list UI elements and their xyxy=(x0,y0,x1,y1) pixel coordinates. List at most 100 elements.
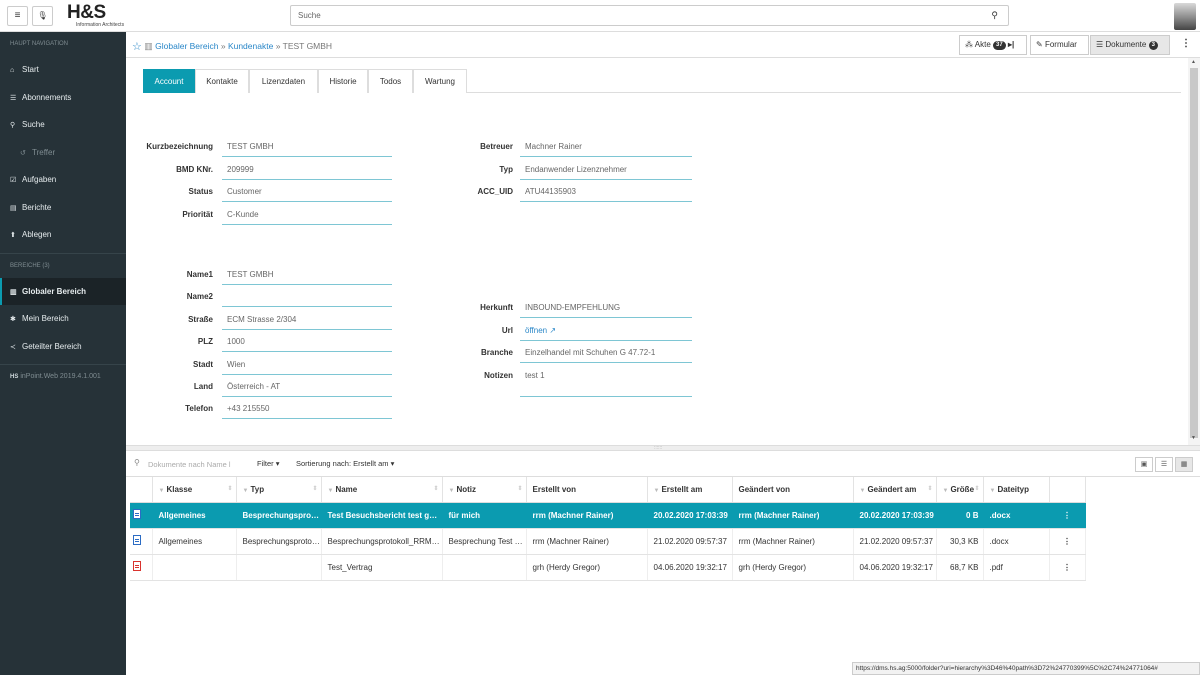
field-value[interactable]: TEST GMBH xyxy=(222,140,392,157)
filter-icon[interactable]: ▼ xyxy=(243,488,249,494)
field-value[interactable]: Endanwender Lizenznehmer xyxy=(520,163,692,180)
field-url: Url öffnen ↗ xyxy=(426,324,696,342)
list-view-button[interactable]: ☰ xyxy=(1155,457,1173,472)
sort-icon[interactable]: ⇕ xyxy=(517,485,522,492)
scrollbar-thumb[interactable] xyxy=(1190,68,1198,438)
cell-groesse: 0 B xyxy=(936,502,984,529)
menu-toggle-button[interactable]: ≡ xyxy=(7,6,28,26)
breadcrumb-mid-link[interactable]: Kundenakte xyxy=(228,41,273,51)
field-value[interactable]: Österreich - AT xyxy=(222,380,392,397)
column-header-name[interactable]: ▼ Name ⇕ xyxy=(321,477,443,503)
column-label: Name xyxy=(335,484,358,494)
column-header-dateityp[interactable]: ▼ Dateityp xyxy=(983,477,1050,503)
formular-button[interactable]: ✎ Formular xyxy=(1030,35,1089,55)
field-value[interactable]: Customer xyxy=(222,185,392,202)
voice-button[interactable]: 🎙 xyxy=(32,6,53,26)
akte-button[interactable]: ⁂ Akte 37 ▸| xyxy=(959,35,1027,55)
field-value[interactable]: 209999 xyxy=(222,163,392,180)
sort-icon[interactable]: ⇕ xyxy=(927,485,932,492)
sort-icon[interactable]: ⇕ xyxy=(433,485,438,492)
filter-icon[interactable]: ▼ xyxy=(159,488,165,494)
field-acc-uid: ACC_UID ATU44135903 xyxy=(426,185,696,203)
tab-wartung[interactable]: Wartung xyxy=(413,69,467,93)
cell-name[interactable]: Test_Vertrag xyxy=(321,554,443,581)
column-header-icon xyxy=(130,477,153,503)
sidebar-item-label: Start xyxy=(22,65,39,74)
scroll-up-icon[interactable]: ▲ xyxy=(1191,59,1196,65)
column-header-erstellt-am[interactable]: ▼ Erstellt am xyxy=(647,477,733,503)
field-value[interactable]: Einzelhandel mit Schuhen G 47.72-1 xyxy=(520,346,692,363)
sidebar-item-aufgaben[interactable]: ☑ Aufgaben xyxy=(0,166,126,194)
field-value[interactable]: Wien xyxy=(222,358,392,375)
sidebar-item-geteilter-bereich[interactable]: ≺ Geteilter Bereich xyxy=(0,333,126,361)
version-label: HS inPoint.Web 2019.4.1.001 xyxy=(0,365,126,389)
field-value[interactable]: INBOUND-EMPFEHLUNG xyxy=(520,301,692,318)
tab-lizenzdaten[interactable]: Lizenzdaten xyxy=(249,69,318,93)
sidebar-item-ablegen[interactable]: ⬆ Ablegen xyxy=(0,221,126,249)
field-label: Status xyxy=(188,187,213,196)
version-text: inPoint.Web 2019.4.1.001 xyxy=(20,373,101,380)
field-value[interactable]: ECM Strasse 2/304 xyxy=(222,313,392,330)
row-menu-icon[interactable]: ⋮ xyxy=(1049,554,1086,581)
field-value[interactable]: Machner Rainer xyxy=(520,140,692,157)
sidebar-item-mein-bereich[interactable]: ✱ Mein Bereich xyxy=(0,305,126,333)
cell-name[interactable]: Test Besuchsbericht test gmbH xyxy=(321,502,443,529)
tab-historie[interactable]: Historie xyxy=(318,69,368,93)
sidebar-item-abonnements[interactable]: ☰ Abonnements xyxy=(0,84,126,112)
thumbnail-view-button[interactable]: ▣ xyxy=(1135,457,1153,472)
breadcrumb-root-link[interactable]: Globaler Bereich xyxy=(155,41,218,51)
sort-icon[interactable]: ⇕ xyxy=(312,485,317,492)
field-value[interactable]: ATU44135903 xyxy=(520,185,692,202)
search-icon[interactable]: ⚲ xyxy=(991,10,998,21)
column-header-notiz[interactable]: ▼ Notiz ⇕ xyxy=(442,477,527,503)
dokumente-button[interactable]: ☰ Dokumente 3 xyxy=(1090,35,1170,55)
tab-kontakte[interactable]: Kontakte xyxy=(195,69,249,93)
field-value[interactable] xyxy=(222,290,392,307)
sort-icon[interactable]: ⇕ xyxy=(227,485,232,492)
column-header-erstellt-von[interactable]: Erstellt von xyxy=(526,477,648,503)
table-row[interactable]: Allgemeines Besprechungsprotokoll Test B… xyxy=(130,502,1086,529)
favorite-star-icon[interactable]: ☆ xyxy=(132,41,142,53)
filter-icon[interactable]: ▼ xyxy=(860,488,866,494)
filter-dropdown[interactable]: Filter ▾ xyxy=(257,459,280,468)
scroll-down-icon[interactable]: ▼ xyxy=(1191,435,1196,441)
row-menu-icon[interactable]: ⋮ xyxy=(1049,528,1086,555)
row-menu-icon[interactable]: ⋮ xyxy=(1049,502,1086,529)
url-open-link[interactable]: öffnen ↗ xyxy=(520,324,692,341)
sidebar-item-suche[interactable]: ⚲ Suche xyxy=(0,111,126,139)
global-search-input[interactable] xyxy=(291,6,971,25)
table-view-button[interactable]: ▦ xyxy=(1175,457,1193,472)
sidebar-item-berichte[interactable]: ▤ Berichte xyxy=(0,194,126,222)
filter-icon[interactable]: ▼ xyxy=(328,488,334,494)
column-header-typ[interactable]: ▼ Typ ⇕ xyxy=(236,477,322,503)
cell-erstellt-von: rrm (Machner Rainer) xyxy=(526,502,648,529)
table-row[interactable]: Allgemeines Besprechungsprotokoll Bespre… xyxy=(130,528,1086,555)
filter-icon[interactable]: ▼ xyxy=(943,488,949,494)
column-header-groesse[interactable]: ▼ Größe ⇕ xyxy=(936,477,984,503)
tab-account[interactable]: Account xyxy=(143,69,195,93)
more-menu-icon[interactable]: ⋮ xyxy=(1181,38,1191,49)
tab-todos[interactable]: Todos xyxy=(368,69,413,93)
table-row[interactable]: Test_Vertrag grh (Herdy Gregor) 04.06.20… xyxy=(130,554,1086,581)
sidebar-item-treffer[interactable]: ↺ Treffer xyxy=(0,139,126,167)
cell-name[interactable]: Besprechungsprotokoll_RRM_2020 xyxy=(321,528,443,555)
field-value[interactable]: C-Kunde xyxy=(222,208,392,225)
document-search-input[interactable] xyxy=(148,457,244,471)
field-value[interactable]: TEST GMBH xyxy=(222,268,392,285)
filter-icon[interactable]: ▼ xyxy=(990,488,996,494)
sort-icon[interactable]: ⇕ xyxy=(974,485,979,492)
sort-dropdown[interactable]: Sortierung nach: Erstellt am ▾ xyxy=(296,459,394,468)
column-header-geaendert-am[interactable]: ▼ Geändert am ⇕ xyxy=(853,477,937,503)
field-value[interactable]: 1000 xyxy=(222,335,392,352)
avatar[interactable] xyxy=(1174,3,1196,30)
column-label: Geändert von xyxy=(738,484,791,494)
filter-icon[interactable]: ▼ xyxy=(654,488,660,494)
sidebar-item-globaler-bereich[interactable]: ▥ Globaler Bereich xyxy=(0,277,126,305)
column-header-geaendert-von[interactable]: Geändert von xyxy=(732,477,854,503)
sidebar-item-start[interactable]: ⌂ Start xyxy=(0,56,126,84)
notes-textarea[interactable]: test 1 xyxy=(520,369,692,397)
form-scrollbar[interactable]: ▲ ▼ xyxy=(1188,58,1200,445)
column-header-klasse[interactable]: ▼ Klasse ⇕ xyxy=(152,477,237,503)
field-value[interactable]: +43 215550 xyxy=(222,402,392,419)
filter-icon[interactable]: ▼ xyxy=(449,488,455,494)
